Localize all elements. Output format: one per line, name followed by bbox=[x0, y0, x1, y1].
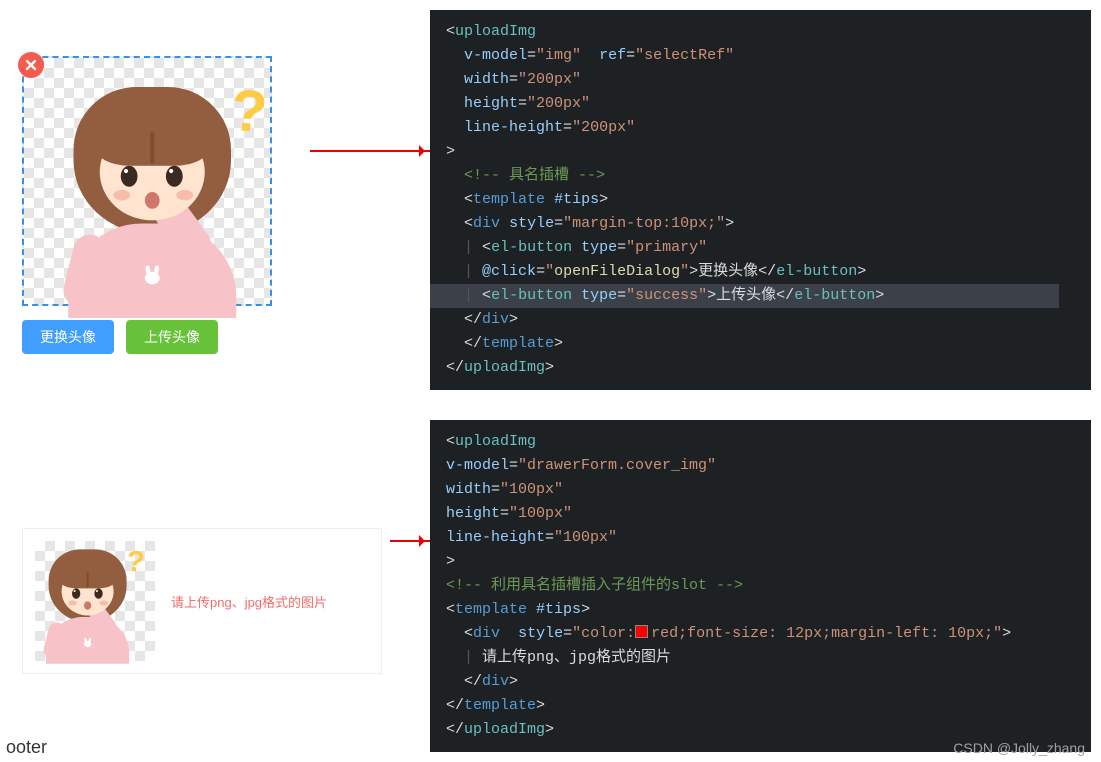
avatar-image-small: ? bbox=[33, 539, 142, 659]
footer-text: ooter bbox=[6, 737, 47, 758]
arrow-icon bbox=[310, 150, 430, 152]
avatar-upload-box-large[interactable]: ? bbox=[22, 56, 272, 306]
example2-col: ? 请上传png、jpg格式的图片 bbox=[10, 498, 430, 674]
button-row: 更换头像 上传头像 bbox=[22, 320, 218, 354]
change-avatar-button[interactable]: 更换头像 bbox=[22, 320, 114, 354]
example2-card: ? 请上传png、jpg格式的图片 bbox=[22, 528, 382, 674]
upload-tip-text: 请上传png、jpg格式的图片 bbox=[171, 592, 327, 611]
watermark: CSDN @Jolly_zhang bbox=[953, 740, 1085, 756]
close-icon[interactable] bbox=[18, 52, 44, 78]
example-row-2: ? 请上传png、jpg格式的图片 <uploadImg v-model="dr… bbox=[10, 420, 1091, 752]
avatar-image: ? bbox=[42, 66, 263, 308]
code-block-1: <uploadImg v-model="img" ref="selectRef"… bbox=[430, 10, 1091, 390]
upload-avatar-button[interactable]: 上传头像 bbox=[126, 320, 218, 354]
question-mark-icon: ? bbox=[228, 75, 271, 147]
code-block-2: <uploadImg v-model="drawerForm.cover_img… bbox=[430, 420, 1091, 752]
example1-col: ? 更换头像 上传头像 bbox=[10, 46, 430, 354]
example-row-1: ? 更换头像 上传头像 <uploadImg v-model="img" ref… bbox=[10, 10, 1091, 390]
avatar-upload-box-small[interactable]: ? bbox=[35, 541, 155, 661]
main: ? 更换头像 上传头像 <uploadImg v-model="img" ref… bbox=[10, 10, 1091, 752]
color-swatch-red bbox=[635, 625, 648, 638]
arrow-icon bbox=[390, 540, 430, 542]
